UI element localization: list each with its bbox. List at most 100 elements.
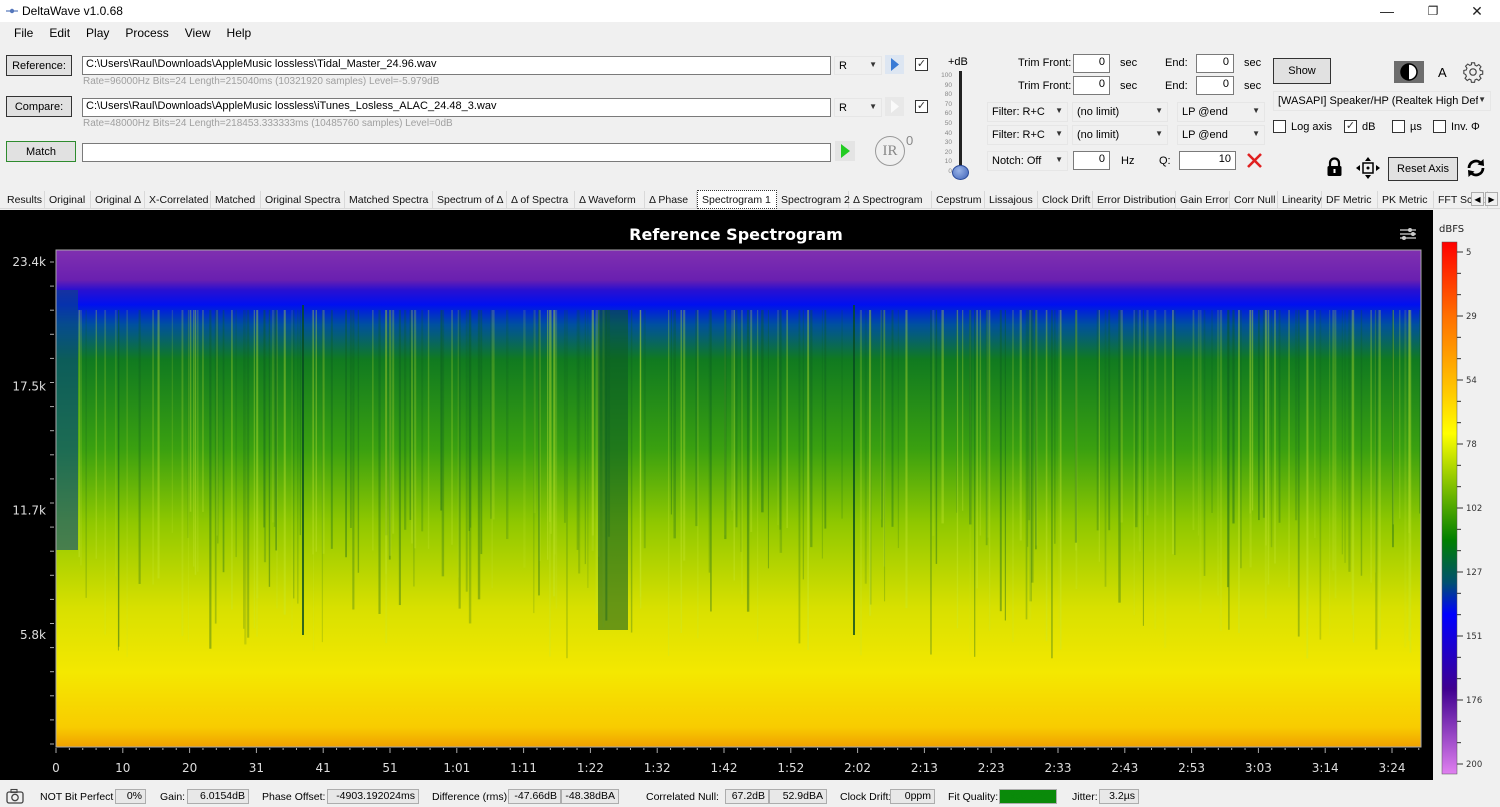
spectrogram-streak <box>777 310 779 526</box>
settings-gear-icon[interactable] <box>1462 61 1484 83</box>
spectrogram-streak <box>639 310 642 609</box>
chart-settings-icon[interactable] <box>1400 228 1416 240</box>
tab-cepstrum[interactable]: Cepstrum <box>932 191 985 209</box>
font-size-button[interactable]: A <box>1438 65 1447 80</box>
gain-slider-thumb[interactable] <box>952 165 969 180</box>
tab-matched-spectra[interactable]: Matched Spectra <box>345 191 433 209</box>
theme-toggle-button[interactable] <box>1394 61 1424 83</box>
tab-scroll-left-button[interactable]: ◀ <box>1471 192 1484 206</box>
tab-spectrogram[interactable]: Δ Spectrogram <box>849 191 932 209</box>
invert-phase-label: Inv. Φ <box>1451 121 1480 133</box>
reference-info: Rate=96000Hz Bits=24 Length=215040ms (10… <box>83 76 440 87</box>
chevron-down-icon: ▼ <box>1055 129 1063 138</box>
app-logo-icon <box>6 8 18 14</box>
x-tick-label: 20 <box>182 761 197 775</box>
spectrogram-streak <box>810 310 813 548</box>
tab-spectrum-of[interactable]: Spectrum of Δ <box>433 191 507 209</box>
filter-type-value-2: Filter: R+C <box>992 129 1045 141</box>
notch-select[interactable]: Notch: Off ▼ <box>987 151 1068 171</box>
trim-front-input-1[interactable]: 0 <box>1073 54 1110 73</box>
spectrogram-chart[interactable]: Reference Spectrogram 23.4k 17.5k 11.7k 5.8… <box>0 210 1433 780</box>
menu-help[interactable]: Help <box>219 26 260 40</box>
reference-enable-checkbox[interactable]: ✓ <box>915 58 928 71</box>
db-checkbox[interactable]: ✓ <box>1344 120 1357 133</box>
filter-type-select-1[interactable]: Filter: R+C ▼ <box>987 102 1068 122</box>
filter-lp-select-2[interactable]: LP @end ▼ <box>1177 125 1265 145</box>
menu-process[interactable]: Process <box>117 26 176 40</box>
spectrogram-streak <box>802 310 804 580</box>
tab-scroll-right-button[interactable]: ▶ <box>1485 192 1498 206</box>
spectrogram-streak <box>670 310 672 515</box>
tab-lissajous[interactable]: Lissajous <box>985 191 1038 209</box>
reference-path-input[interactable]: C:\Users\Raul\Downloads\AppleMusic lossl… <box>82 56 831 75</box>
filter-limit-select-1[interactable]: (no limit) ▼ <box>1072 102 1168 122</box>
audio-device-select[interactable]: [WASAPI] Speaker/HP (Realtek High Defini… <box>1273 91 1491 111</box>
chevron-down-icon: ▼ <box>1055 155 1063 164</box>
tab-spectrogram-1[interactable]: Spectrogram 1 <box>697 190 777 209</box>
compare-path-input[interactable]: C:\Users\Raul\Downloads\AppleMusic lossl… <box>82 98 831 117</box>
tab-original[interactable]: Original Δ <box>91 191 145 209</box>
compare-play-button[interactable] <box>885 97 904 116</box>
reference-channel-select[interactable]: R ▼ <box>834 56 882 75</box>
tab-spectrogram-2[interactable]: Spectrogram 2 <box>777 191 850 209</box>
tab-linearity[interactable]: Linearity <box>1278 191 1322 209</box>
tab-gain-error[interactable]: Gain Error <box>1176 191 1230 209</box>
compare-enable-checkbox[interactable]: ✓ <box>915 100 928 113</box>
tab-error-distribution[interactable]: Error Distribution <box>1093 191 1176 209</box>
tab-original-spectra[interactable]: Original Spectra <box>261 191 345 209</box>
filter-limit-select-2[interactable]: (no limit) ▼ <box>1072 125 1168 145</box>
tab-of-spectra[interactable]: Δ of Spectra <box>507 191 575 209</box>
lock-icon[interactable] <box>1326 157 1343 177</box>
us-checkbox[interactable] <box>1392 120 1405 133</box>
tab-original[interactable]: Original <box>45 191 91 209</box>
spectrogram-streak <box>231 310 233 610</box>
menu-view[interactable]: View <box>177 26 219 40</box>
compare-button[interactable]: Compare: <box>6 96 72 117</box>
trim-front-input-2[interactable]: 0 <box>1073 76 1110 95</box>
gain-slider-tick: 60 <box>944 110 952 118</box>
tab-waveform[interactable]: Δ Waveform <box>575 191 645 209</box>
notch-q-input[interactable]: 10 <box>1179 151 1236 170</box>
reference-play-button[interactable] <box>885 55 904 74</box>
tab-phase[interactable]: Δ Phase <box>645 191 697 209</box>
show-button[interactable]: Show <box>1273 58 1331 84</box>
camera-icon[interactable] <box>6 788 24 804</box>
gain-slider-track[interactable] <box>959 71 962 171</box>
match-button[interactable]: Match <box>6 141 76 162</box>
tab-pk-metric[interactable]: PK Metric <box>1378 191 1434 209</box>
spectrogram-streak <box>1249 310 1252 514</box>
match-play-button[interactable] <box>835 141 855 161</box>
filter-type-select-2[interactable]: Filter: R+C ▼ <box>987 125 1068 145</box>
move-axis-icon[interactable] <box>1355 157 1381 179</box>
menu-edit[interactable]: Edit <box>41 26 78 40</box>
trim-end-input-2[interactable]: 0 <box>1196 76 1234 95</box>
audio-device-value: [WASAPI] Speaker/HP (Realtek High Defini <box>1278 95 1478 107</box>
spectrogram-streak <box>956 310 959 629</box>
filter-lp-value-2: LP @end <box>1182 129 1228 141</box>
spectrogram-streak <box>740 310 742 552</box>
tab-x-correlated[interactable]: X-Correlated <box>145 191 211 209</box>
spectrogram-streak <box>976 310 978 589</box>
filter-lp-select-1[interactable]: LP @end ▼ <box>1177 102 1265 122</box>
tab-df-metric[interactable]: DF Metric <box>1322 191 1378 209</box>
tab-clock-drift[interactable]: Clock Drift <box>1038 191 1093 209</box>
tab-results[interactable]: Results <box>3 191 45 209</box>
spectrogram-streak <box>385 310 387 574</box>
invert-phase-checkbox[interactable] <box>1433 120 1446 133</box>
menu-play[interactable]: Play <box>78 26 117 40</box>
tab-matched[interactable]: Matched <box>211 191 261 209</box>
notch-hz-input[interactable]: 0 <box>1073 151 1110 170</box>
tab-corr-null[interactable]: Corr Null <box>1230 191 1278 209</box>
refresh-icon[interactable] <box>1465 157 1487 179</box>
reference-button[interactable]: Reference: <box>6 55 72 76</box>
ir-button[interactable]: IR <box>875 136 905 166</box>
reset-axis-button[interactable]: Reset Axis <box>1388 157 1458 181</box>
clear-filters-x-icon[interactable] <box>1245 151 1264 170</box>
compare-channel-select[interactable]: R ▼ <box>834 98 882 117</box>
minimize-button[interactable]: — <box>1364 0 1410 22</box>
log-axis-checkbox[interactable] <box>1273 120 1286 133</box>
restore-button[interactable]: ❐ <box>1410 0 1456 22</box>
close-button[interactable]: ✕ <box>1454 0 1500 22</box>
trim-end-input-1[interactable]: 0 <box>1196 54 1234 73</box>
menu-file[interactable]: File <box>6 26 41 40</box>
